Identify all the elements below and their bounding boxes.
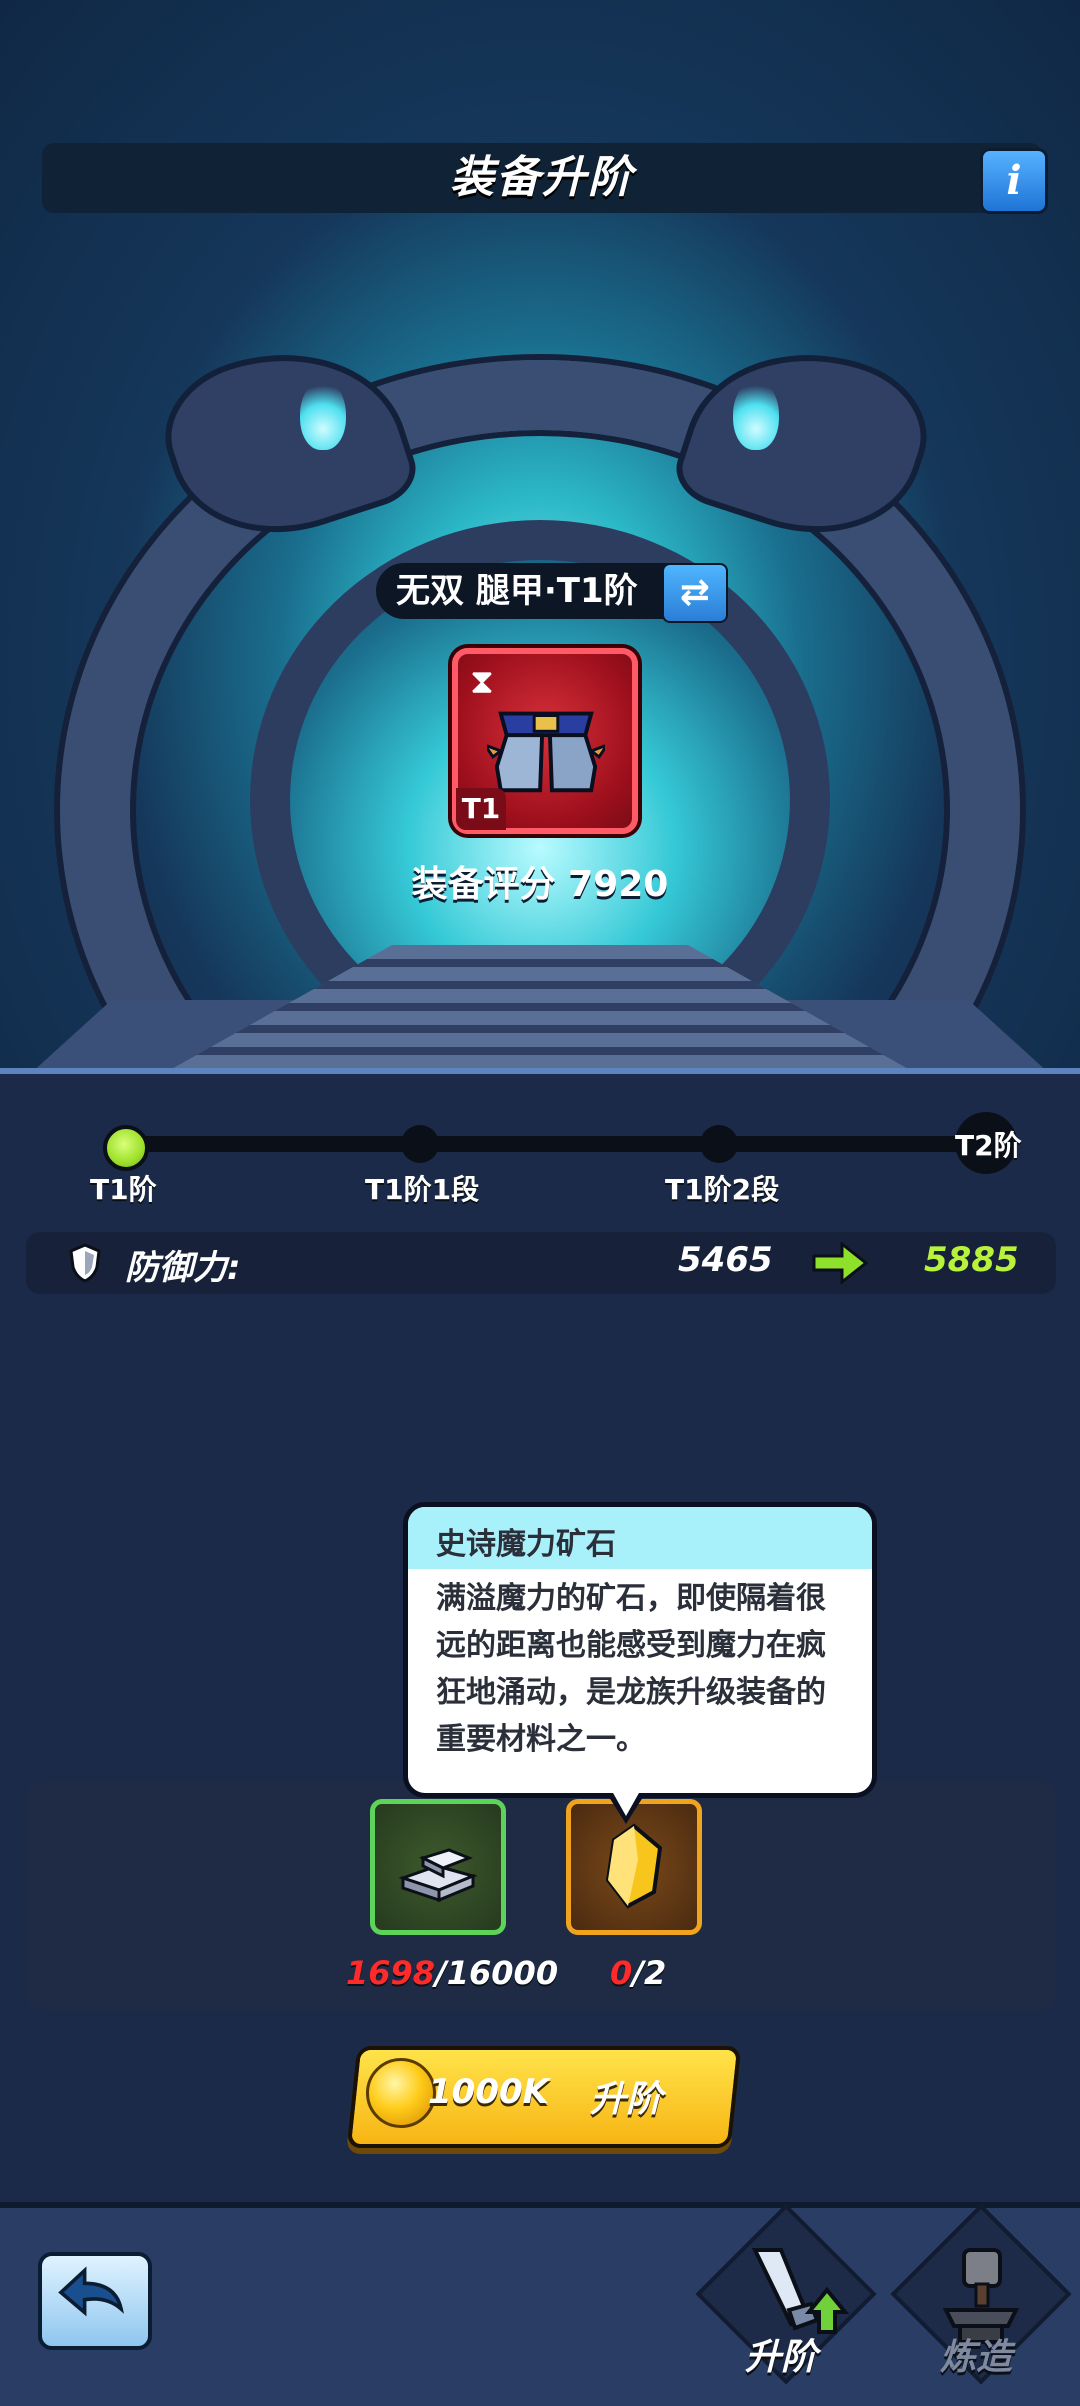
arrow-right-icon <box>812 1242 868 1284</box>
stat-next-value: 5885 <box>924 1240 1019 1280</box>
tier-progress-track <box>120 1136 990 1152</box>
progress-node <box>401 1125 439 1163</box>
nav-tab-upgrade-label: 升阶 <box>745 2337 818 2378</box>
swap-arrows-icon: ⇄ <box>679 572 711 613</box>
swap-equipment-button[interactable]: ⇄ <box>662 563 728 623</box>
info-icon: i <box>1006 157 1022 204</box>
item-name: 无双 腿甲·T1阶 <box>396 571 638 611</box>
progress-node-current <box>103 1125 149 1171</box>
shield-icon <box>69 1243 101 1283</box>
info-button[interactable]: i <box>980 148 1048 214</box>
material-count-ore: 0/2 <box>610 1954 666 1992</box>
stage-label: T1阶 <box>90 1173 157 1206</box>
stat-label: 防御力: <box>125 1248 241 1288</box>
gold-coin-icon <box>366 2058 436 2128</box>
material-have: 1698 <box>346 1954 436 1992</box>
nav-tab-forge-label: 炼造 <box>940 2337 1013 2378</box>
magic-ore-icon <box>605 1823 663 1909</box>
stage-label-target: T2阶 <box>955 1129 1022 1162</box>
equipment-score: 装备评分 7920 <box>411 864 669 905</box>
stage-label: T1阶1段 <box>365 1173 480 1206</box>
back-arrow-icon <box>58 2266 125 2317</box>
stat-current-value: 5465 <box>678 1240 773 1280</box>
progress-node <box>700 1125 738 1163</box>
iron-ingot-icon <box>398 1848 478 1903</box>
title-bar: 装备升阶 <box>42 143 1042 213</box>
page-title: 装备升阶 <box>450 152 634 203</box>
material-tooltip: 史诗魔力矿石 满溢魔力的矿石，即使隔着很远的距离也能感受到魔力在疯狂地涌动，是龙… <box>403 1502 877 1798</box>
upgrade-button-label: 升阶 <box>590 2079 663 2120</box>
upgrade-cost: 1000K <box>428 2072 549 2112</box>
leg-armor-icon <box>487 711 605 793</box>
back-button[interactable] <box>38 2252 152 2350</box>
stage-label: T1阶2段 <box>665 1173 780 1206</box>
material-need: /16000 <box>435 1954 559 1992</box>
tooltip-description: 满溢魔力的矿石，即使隔着很远的距离也能感受到魔力在疯狂地涌动，是龙族升级装备的重… <box>436 1581 826 1757</box>
tier-badge: T1 <box>456 788 506 830</box>
tooltip-title: 史诗魔力矿石 <box>436 1527 616 1562</box>
blue-flame-icon <box>300 380 346 450</box>
material-need: /2 <box>632 1954 667 1992</box>
section-divider <box>0 1068 1080 1074</box>
material-have: 0 <box>610 1954 633 1992</box>
material-count-iron: 1698/16000 <box>346 1954 558 1992</box>
blue-flame-icon <box>733 380 779 450</box>
